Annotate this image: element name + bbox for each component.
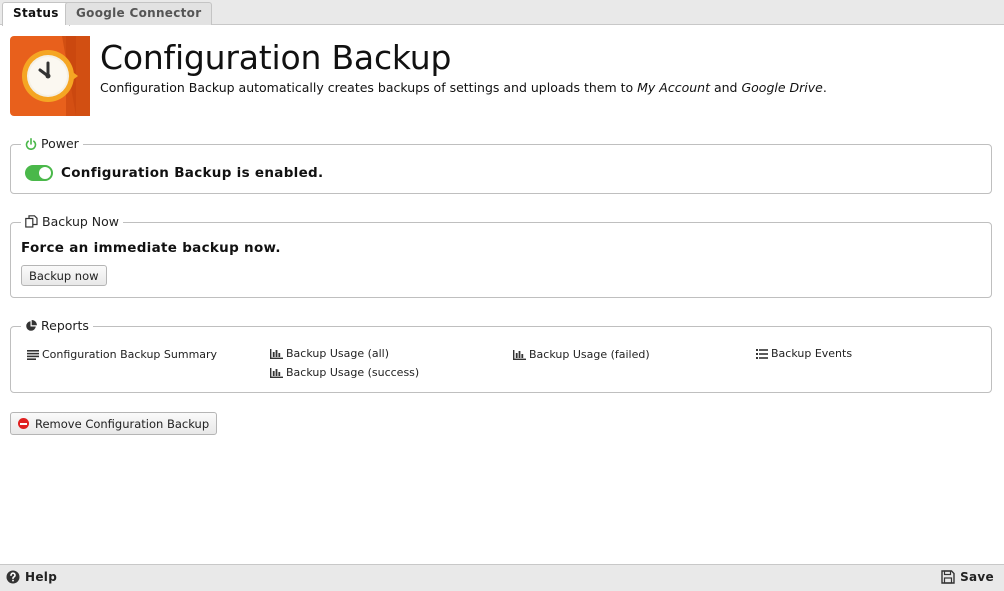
save-button[interactable]: Save (941, 570, 994, 584)
tab-status[interactable]: Status (2, 2, 70, 26)
report-link-usage-all[interactable]: Backup Usage (all) (270, 347, 389, 360)
remove-button-label: Remove Configuration Backup (35, 416, 210, 431)
power-toggle[interactable] (25, 165, 53, 181)
tab-google-connector[interactable]: Google Connector (65, 2, 213, 25)
power-panel: Power Configuration Backup is enabled. (10, 136, 992, 194)
report-link-label: Backup Usage (all) (286, 347, 390, 360)
reports-legend-label: Reports (41, 318, 89, 333)
reports-legend: Reports (21, 318, 93, 333)
bar-chart-icon (270, 348, 283, 359)
power-legend: Power (21, 136, 83, 151)
my-account-emphasis: My Account (637, 80, 710, 95)
report-link-label: Backup Usage (failed) (529, 348, 650, 361)
save-label: Save (960, 570, 994, 584)
backup-now-text: Force an immediate backup now. (21, 240, 281, 256)
backup-now-legend-label: Backup Now (42, 214, 120, 229)
remove-icon (18, 418, 29, 429)
backup-now-panel: Backup Now Force an immediate backup now… (10, 214, 992, 298)
remove-configuration-backup-button[interactable]: Remove Configuration Backup (10, 412, 218, 435)
app-icon (10, 36, 90, 116)
bar-chart-icon (513, 349, 526, 360)
report-link-summary[interactable]: Configuration Backup Summary (27, 348, 217, 361)
report-link-events[interactable]: Backup Events (756, 347, 852, 360)
report-link-label: Backup Events (771, 347, 853, 360)
report-link-label: Backup Usage (success) (286, 366, 420, 379)
backup-now-button[interactable]: Backup now (21, 265, 107, 286)
help-button[interactable]: Help (6, 570, 57, 584)
power-legend-label: Power (41, 136, 79, 151)
lines-icon (27, 349, 39, 360)
backup-now-legend: Backup Now (21, 214, 124, 229)
reports-panel: Reports Configuration Backup Summary Bac… (10, 318, 992, 393)
report-link-usage-success[interactable]: Backup Usage (success) (270, 366, 419, 379)
power-icon (25, 137, 37, 150)
report-link-label: Configuration Backup Summary (42, 348, 218, 361)
page-description: Configuration Backup automatically creat… (100, 80, 827, 95)
toggle-knob (39, 167, 51, 179)
copy-icon (25, 215, 38, 228)
page-title: Configuration Backup (100, 38, 452, 77)
bar-chart-icon (270, 367, 283, 378)
google-drive-emphasis: Google Drive (741, 80, 823, 95)
report-link-usage-failed[interactable]: Backup Usage (failed) (513, 348, 650, 361)
power-status-text: Configuration Backup is enabled. (61, 165, 324, 181)
save-icon (941, 570, 955, 584)
tab-bar: Status Google Connector (0, 0, 1004, 26)
help-icon (6, 570, 20, 584)
list-icon (756, 348, 768, 359)
pie-chart-icon (26, 319, 37, 331)
help-label: Help (25, 570, 58, 584)
bottom-bar: Help Save (0, 564, 1004, 591)
